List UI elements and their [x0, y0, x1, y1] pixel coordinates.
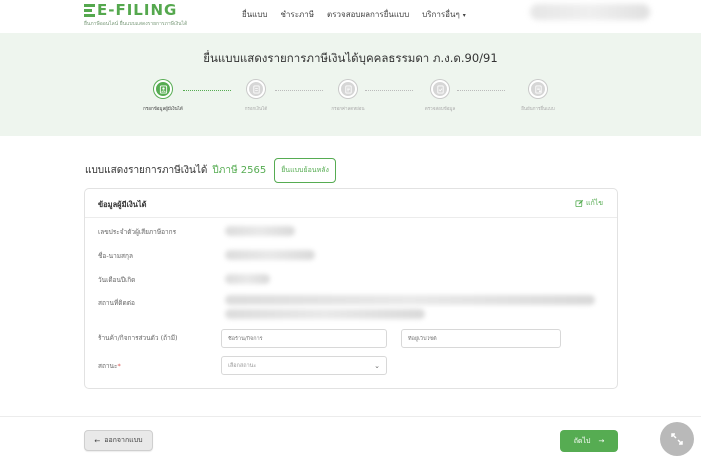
page-title: ยื่นแบบแสดงรายการภาษีเงินได้บุคคลธรรมดา …	[203, 51, 498, 65]
exit-form-label: ออกจากแบบ	[104, 436, 143, 444]
tax-year-label: ปีภาษี 2565	[212, 165, 267, 176]
step-4: ตรวจสอบข้อมูล	[395, 80, 485, 112]
money-doc-icon	[247, 80, 265, 98]
exit-form-button[interactable]: ← ออกจากแบบ	[84, 430, 153, 451]
address-label: สถานที่ติดต่อ	[98, 299, 135, 307]
chevron-down-icon: ⌄	[374, 361, 380, 370]
step-label: กรอกเงินได้	[244, 107, 268, 112]
step-label: กรอกข้อมูลผู้มีเงินได้	[143, 107, 183, 112]
address-value-blurred	[225, 309, 425, 319]
address-value-blurred	[225, 295, 595, 305]
confirm-doc-icon	[529, 80, 547, 98]
user-form-icon	[154, 80, 172, 98]
birth-date-label: วันเดือนปีเกิด	[98, 276, 136, 284]
shop-name-field[interactable]	[228, 335, 380, 342]
edit-button[interactable]: แก้ไข	[575, 198, 603, 209]
step-3: กรอกค่าลดหย่อน	[303, 80, 393, 112]
arrow-right-icon: →	[598, 437, 605, 445]
next-button[interactable]: ถัดไป →	[560, 430, 618, 452]
status-select[interactable]: เลือกสถานะ ⌄	[221, 356, 387, 375]
step-label: ตรวจสอบข้อมูล	[424, 107, 456, 112]
step-5: ยืนยันการยื่นแบบ	[493, 80, 583, 112]
arrow-left-icon: ←	[94, 436, 101, 445]
taxpayer-info-card: ข้อมูลผู้มีเงินได้ แก้ไข เลขประจำตัวผู้เ…	[84, 188, 618, 389]
nav-item-pay[interactable]: ชำระภาษี	[280, 8, 314, 21]
chevron-down-icon: ▾	[462, 12, 466, 19]
card-title: ข้อมูลผู้มีเงินได้	[98, 200, 147, 209]
footer-divider	[0, 416, 701, 417]
user-account-blurred[interactable]	[530, 4, 650, 20]
logo-text: E-FILING	[97, 1, 178, 19]
step-label: กรอกค่าลดหย่อน	[331, 107, 365, 112]
step-2: กรอกเงินได้	[211, 80, 301, 112]
nav-item-other-services[interactable]: บริการอื่นๆ ▾	[422, 8, 466, 21]
deduction-doc-icon	[339, 80, 357, 98]
status-select-value: เลือกสถานะ	[228, 362, 257, 369]
progress-stepper: กรอกข้อมูลผู้มีเงินได้ กรอกเงินได้ กรอกค…	[0, 80, 701, 120]
section-heading: แบบแสดงรายการภาษีเงินได้ ปีภาษี 2565 ยื่…	[85, 158, 336, 183]
backfile-button[interactable]: ยื่นแบบย้อนหลัง	[274, 158, 336, 183]
expand-icon[interactable]	[660, 422, 694, 456]
hero-band: ยื่นแบบแสดงรายการภาษีเงินได้บุคคลธรรมดา …	[0, 33, 701, 136]
tax-id-label: เลขประจำตัวผู้เสียภาษีอากร	[98, 228, 177, 236]
shop-website-input[interactable]	[401, 329, 561, 348]
logo-e-icon	[84, 4, 96, 17]
shop-website-field[interactable]	[408, 335, 554, 342]
step-label: ยืนยันการยื่นแบบ	[521, 107, 555, 112]
efiling-logo[interactable]: E-FILING ยื่นภาษีออนไลน์ ยื่นแบบแสดงรายก…	[84, 2, 187, 28]
edit-label: แก้ไข	[585, 199, 603, 207]
step-1: กรอกข้อมูลผู้มีเงินได้	[118, 80, 208, 112]
check-doc-icon	[431, 80, 449, 98]
nav-item-check-status[interactable]: ตรวจสอบผลการยื่นแบบ	[327, 8, 409, 21]
full-name-value-blurred	[225, 250, 315, 260]
edit-icon	[575, 199, 584, 208]
card-header: ข้อมูลผู้มีเงินได้ แก้ไข	[85, 189, 617, 218]
status-label: สถานะ*	[98, 362, 121, 370]
logo-subtitle: ยื่นภาษีออนไลน์ ยื่นแบบแสดงรายการภาษีเงิ…	[84, 21, 188, 27]
section-title: แบบแสดงรายการภาษีเงินได้	[85, 165, 208, 176]
next-label: ถัดไป	[573, 436, 591, 445]
top-navbar: E-FILING ยื่นภาษีออนไลน์ ยื่นแบบแสดงรายก…	[0, 0, 701, 33]
birth-date-value-blurred	[225, 274, 270, 284]
full-name-label: ชื่อ-นามสกุล	[98, 252, 133, 260]
main-nav: ยื่นแบบ ชำระภาษี ตรวจสอบผลการยื่นแบบ บริ…	[242, 8, 466, 21]
tax-id-value-blurred	[225, 226, 295, 236]
shop-label: ร้านค้า/กิจการส่วนตัว (ถ้ามี)	[98, 334, 178, 342]
shop-name-input[interactable]	[221, 329, 387, 348]
nav-item-file[interactable]: ยื่นแบบ	[242, 8, 267, 21]
